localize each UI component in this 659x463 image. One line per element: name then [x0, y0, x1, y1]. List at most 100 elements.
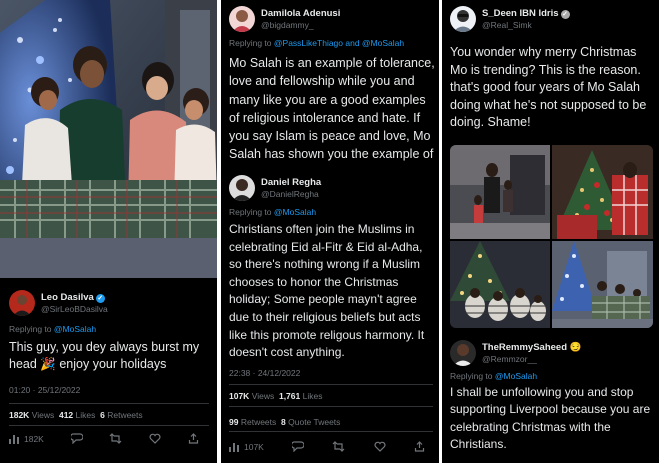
- right-panel: S_Deen IBN Idris ✓ @Real_Simk You wonder …: [442, 0, 659, 463]
- avatar-image: [450, 6, 476, 32]
- retweet-button[interactable]: [332, 441, 345, 452]
- tweet-actions: 182K: [9, 433, 199, 444]
- replying-to: Replying to @MoSalah: [450, 371, 654, 381]
- photo-grid: [450, 145, 653, 328]
- divider: [229, 406, 433, 407]
- author-handle[interactable]: @Real_Simk: [482, 20, 570, 31]
- like-button[interactable]: [374, 441, 386, 452]
- tweet-timestamp[interactable]: 22:38 · 24/12/2022: [229, 368, 300, 378]
- avatar[interactable]: [229, 175, 255, 201]
- author-name[interactable]: S_Deen IBN Idris: [482, 8, 559, 19]
- author-handle[interactable]: @DanielRegha: [261, 189, 321, 200]
- author-name[interactable]: Leo Dasilva: [41, 292, 94, 303]
- engagement-stats-views: 107K Views 1,761 Likes: [229, 391, 322, 401]
- avatar[interactable]: [450, 6, 476, 32]
- replying-label: Replying to: [9, 324, 52, 334]
- tweet-leo-dasilva[interactable]: Leo Dasilva ✓ @SirLeoBDasilva Replying to…: [9, 290, 209, 395]
- replying-label: Replying to: [229, 207, 272, 217]
- avatar-image: [9, 290, 35, 316]
- grid-photo-3[interactable]: [450, 241, 550, 328]
- avatar-image: [229, 175, 255, 201]
- grid-photo-2[interactable]: [552, 145, 653, 239]
- tweet-text-part2: enjoy your holidays: [59, 357, 167, 371]
- grid-photo-1[interactable]: [450, 145, 550, 239]
- views-count: 107K: [229, 391, 250, 401]
- like-button[interactable]: [149, 433, 161, 444]
- views-button[interactable]: 107K: [229, 441, 264, 452]
- divider: [9, 425, 209, 426]
- views-action-count: 107K: [244, 441, 264, 452]
- reply-icon: [70, 433, 83, 444]
- replying-to-link[interactable]: @MoSalah: [274, 207, 316, 217]
- replying-label: Replying to: [229, 38, 272, 48]
- family-christmas-photo[interactable]: [0, 0, 217, 278]
- engagement-stats: 182K Views 412 Likes 6 Retweets: [9, 410, 209, 420]
- share-icon: [414, 441, 425, 452]
- reply-icon: [292, 441, 305, 452]
- views-icon: [229, 443, 239, 452]
- reply-button[interactable]: [292, 441, 305, 452]
- like-icon: [374, 441, 386, 452]
- like-icon: [149, 433, 161, 444]
- views-label: Views: [31, 410, 55, 420]
- replying-to-link[interactable]: @MoSalah: [495, 371, 537, 381]
- tweet-timestamp[interactable]: 01:20 · 25/12/2022: [9, 385, 209, 395]
- replying-to-link[interactable]: @MoSalah: [54, 324, 96, 334]
- grid-photo-4-drawing: [552, 241, 653, 328]
- emoji-party-icon: 🎉: [40, 357, 56, 371]
- quotes-count[interactable]: 8: [281, 417, 286, 427]
- avatar-image: [229, 6, 255, 32]
- replying-to: Replying to @MoSalah: [229, 207, 316, 217]
- retweet-button[interactable]: [109, 433, 122, 444]
- divider: [229, 384, 433, 385]
- family-christmas-photo-drawing: [0, 0, 217, 278]
- views-button[interactable]: 182K: [9, 433, 44, 444]
- tweet-s-deen-ibn-idris[interactable]: S_Deen IBN Idris ✓ @Real_Simk: [450, 6, 654, 32]
- author-handle[interactable]: @Remmzor__: [482, 354, 582, 365]
- avatar[interactable]: [229, 6, 255, 32]
- replying-label: Replying to: [450, 371, 493, 381]
- views-count: 182K: [9, 410, 30, 420]
- likes-label[interactable]: Likes: [303, 391, 323, 401]
- tweet-text: You wonder why merry Christmas Mo is tre…: [450, 45, 647, 130]
- author-name[interactable]: Daniel Regha: [261, 177, 321, 189]
- retweets-count[interactable]: 6: [100, 410, 105, 420]
- share-button[interactable]: [414, 441, 425, 452]
- tweet-text: This guy, you dey always burst my head 🎉…: [9, 339, 209, 373]
- divider: [229, 431, 433, 432]
- retweets-count[interactable]: 99: [229, 417, 238, 427]
- tweet-daniel-regha-card[interactable]: Daniel Regha @DanielRegha Replying to @M…: [221, 167, 439, 463]
- tweet-the-remmy-saheed[interactable]: TheRemmySaheed 😏 @Remmzor__ Replying to …: [450, 340, 654, 454]
- replying-to: Replying to @PassLikeThiago and @MoSalah: [229, 38, 433, 48]
- avatar[interactable]: [450, 340, 476, 366]
- tweet-text: I shall be unfollowing you and stop supp…: [450, 385, 651, 452]
- tweet-actions: 107K: [229, 441, 425, 452]
- quotes-label[interactable]: Quote Tweets: [288, 417, 340, 427]
- reply-button[interactable]: [70, 433, 83, 444]
- retweet-icon: [332, 441, 345, 452]
- tweet-text: Christians often join the Muslims in cel…: [229, 222, 425, 360]
- replying-to-link[interactable]: @PassLikeThiago and @MoSalah: [274, 38, 404, 48]
- retweets-label[interactable]: Retweets: [241, 417, 276, 427]
- divider: [9, 403, 209, 404]
- likes-count[interactable]: 412: [59, 410, 73, 420]
- grid-photo-3-drawing: [450, 241, 550, 328]
- middle-panel: Damilola Adenusi @bigdammy_ Replying to …: [221, 0, 439, 463]
- verified-badge-icon: ✓: [95, 293, 105, 303]
- retweets-label[interactable]: Retweets: [107, 410, 142, 420]
- smirk-emoji-icon: 😏: [569, 341, 582, 353]
- author-handle[interactable]: @SirLeoBDasilva: [41, 304, 108, 315]
- share-button[interactable]: [188, 433, 199, 444]
- avatar-image: [450, 340, 476, 366]
- avatar[interactable]: [9, 290, 35, 316]
- tweet-text: Mo Salah is an example of tolerance, lov…: [229, 56, 435, 162]
- author-name[interactable]: TheRemmySaheed: [482, 342, 567, 353]
- grid-photo-4[interactable]: [552, 241, 653, 328]
- tweet-damilola-adenusi[interactable]: Damilola Adenusi @bigdammy_ Replying to …: [229, 6, 433, 48]
- author-handle[interactable]: @bigdammy_: [261, 20, 340, 31]
- author-name[interactable]: Damilola Adenusi: [261, 8, 340, 20]
- left-panel: Leo Dasilva ✓ @SirLeoBDasilva Replying to…: [0, 0, 217, 463]
- likes-label[interactable]: Likes: [76, 410, 96, 420]
- views-label: Views: [251, 391, 275, 401]
- likes-count[interactable]: 1,761: [279, 391, 300, 401]
